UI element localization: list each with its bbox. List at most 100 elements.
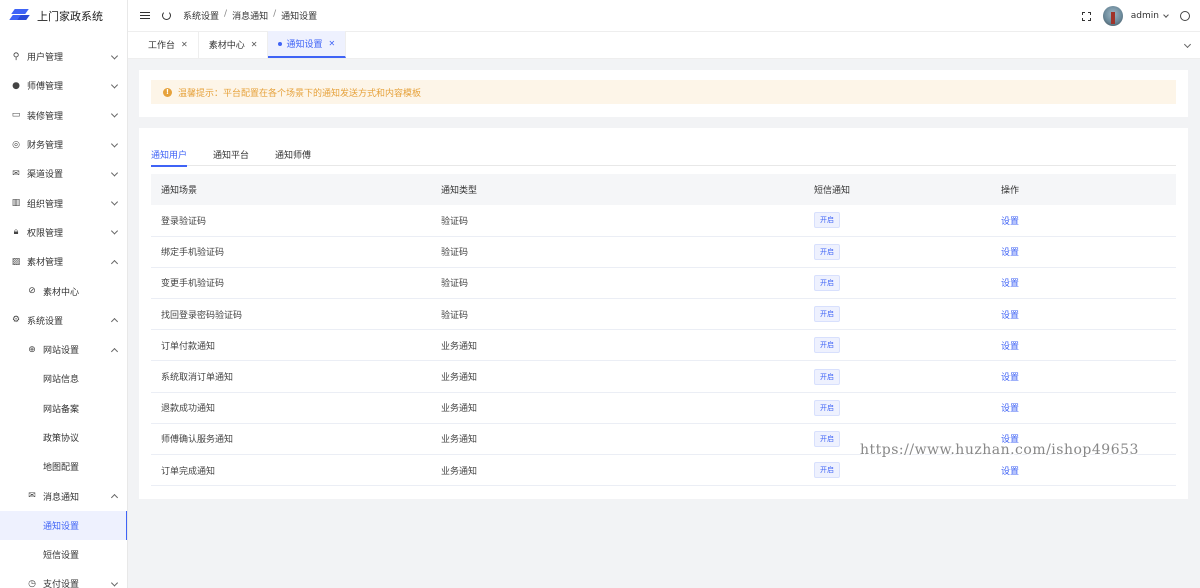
tab-notify-user[interactable]: 通知用户 bbox=[151, 146, 188, 167]
sidebar-item-site-settings[interactable]: ⊕ 网站设置 bbox=[0, 335, 127, 364]
status-badge: 开启 bbox=[814, 337, 840, 354]
scene-cell: 找回登录密码验证码 bbox=[161, 310, 243, 321]
breadcrumb-item[interactable]: 消息通知 bbox=[232, 9, 268, 22]
sidebar-item-map-config[interactable]: 地图配置 bbox=[0, 452, 127, 481]
sidebar-item-system-settings[interactable]: ⚙ 系统设置 bbox=[0, 306, 127, 335]
sidebar-item-label: 短信设置 bbox=[43, 551, 80, 562]
sidebar-item-users[interactable]: ⚲ 用户管理 bbox=[0, 42, 127, 71]
status-badge: 开启 bbox=[814, 274, 840, 291]
fullscreen-icon[interactable] bbox=[1081, 11, 1091, 21]
table-row: 找回登录密码验证码 验证码 开启 设置 bbox=[151, 299, 1176, 330]
sms-cell: 开启 bbox=[804, 205, 991, 236]
close-icon[interactable]: ✕ bbox=[251, 40, 258, 49]
close-icon[interactable]: ✕ bbox=[328, 39, 335, 48]
sidebar-menu: ⌂·· ··· ⚲ 用户管理 ● 师傅管理 ▭ 装修管理 ◎ 财务管理 ✉ 渠道设置 ▥ 组… bbox=[0, 28, 127, 588]
table-row: 订单完成通知 业务通知 开启 设置 bbox=[151, 455, 1176, 486]
chevron-down-icon[interactable] bbox=[1163, 12, 1169, 18]
scene-cell: 绑定手机验证码 bbox=[161, 248, 225, 259]
sidebar: 上门家政系统 ⌂·· ··· ⚲ 用户管理 ● 师傅管理 ▭ 装修管理 ◎ 财务管理 ✉… bbox=[0, 0, 128, 588]
warning-icon: ! bbox=[163, 87, 172, 97]
action-cell: 设置 bbox=[991, 236, 1176, 267]
tab-workbench[interactable]: 工作台 ✕ bbox=[128, 31, 199, 58]
sidebar-item-channel[interactable]: ✉ 渠道设置 bbox=[0, 159, 127, 188]
settings-link[interactable]: 设置 bbox=[1001, 248, 1019, 258]
tab-label: 通知设置 bbox=[286, 40, 323, 50]
sidebar-item-permissions[interactable]: 🔒︎ 权限管理 bbox=[0, 218, 127, 247]
chevron-down-icon[interactable] bbox=[1183, 40, 1192, 49]
scene-cell: 退款成功通知 bbox=[161, 404, 216, 415]
username[interactable]: admin bbox=[1131, 11, 1159, 21]
sidebar-item-messages[interactable]: ✉ 消息通知 bbox=[0, 481, 127, 510]
action-cell: 设置 bbox=[991, 205, 1176, 236]
sidebar-item-label: 系统设置 bbox=[27, 316, 64, 327]
settings-link[interactable]: 设置 bbox=[1001, 311, 1019, 321]
scene-cell: 师傅确认服务通知 bbox=[161, 435, 234, 446]
sidebar-item-organization[interactable]: ▥ 组织管理 bbox=[0, 188, 127, 217]
sms-cell: 开启 bbox=[804, 236, 991, 267]
decoration-icon: ▭ bbox=[11, 110, 21, 121]
settings-link[interactable]: 设置 bbox=[1001, 342, 1019, 352]
sidebar-item-policy[interactable]: 政策协议 bbox=[0, 423, 127, 452]
finance-icon: ◎ bbox=[12, 139, 20, 150]
top-header: 系统设置 / 消息通知 / 通知设置 admin bbox=[128, 0, 1200, 32]
avatar[interactable] bbox=[1102, 6, 1123, 26]
chevron-down-icon bbox=[110, 52, 119, 60]
chevron-down-icon bbox=[110, 579, 119, 587]
sidebar-item-sms-settings[interactable]: 短信设置 bbox=[0, 540, 127, 569]
sidebar-item-decoration[interactable]: ▭ 装修管理 bbox=[0, 101, 127, 130]
notice-text: 温馨提示：平台配置在各个场景下的通知发送方式和内容模板 bbox=[178, 88, 422, 99]
sidebar-item-site-filing[interactable]: 网站备案 bbox=[0, 394, 127, 423]
action-cell: 设置 bbox=[991, 361, 1176, 392]
sidebar-item-label: 权限管理 bbox=[27, 228, 64, 239]
table-header-row: 通知场景 通知类型 短信通知 操作 bbox=[151, 174, 1176, 205]
settings-link[interactable]: 设置 bbox=[1001, 217, 1019, 227]
sms-cell: 开启 bbox=[804, 330, 991, 361]
column-header: 操作 bbox=[1001, 186, 1020, 196]
menu-toggle-icon[interactable] bbox=[140, 10, 150, 21]
chevron-up-icon bbox=[110, 347, 119, 355]
sidebar-item-materials[interactable]: ▨ 素材管理 bbox=[0, 247, 127, 276]
sms-cell: 开启 bbox=[804, 455, 991, 486]
chevron-down-icon bbox=[110, 110, 119, 118]
chevron-down-icon bbox=[110, 227, 119, 235]
tab-label: 工作台 bbox=[148, 41, 176, 51]
sidebar-item-label: 消息通知 bbox=[43, 492, 80, 503]
sidebar-item-site-info[interactable]: 网站信息 bbox=[0, 364, 127, 393]
settings-link[interactable]: 设置 bbox=[1001, 467, 1019, 477]
user-icon: ⚲ bbox=[12, 51, 20, 62]
close-icon[interactable]: ✕ bbox=[181, 40, 188, 49]
sidebar-item-notification-settings[interactable]: 通知设置 bbox=[0, 510, 127, 541]
sms-cell: 开启 bbox=[804, 299, 991, 330]
action-cell: 设置 bbox=[991, 392, 1176, 423]
table-row: 订单付款通知 业务通知 开启 设置 bbox=[151, 330, 1176, 361]
breadcrumb-item[interactable]: 系统设置 bbox=[183, 9, 219, 22]
sms-cell: 开启 bbox=[804, 267, 991, 298]
tab-material-center[interactable]: 素材中心 ✕ bbox=[199, 31, 269, 58]
logo-icon bbox=[8, 7, 30, 25]
type-cell: 业务通知 bbox=[441, 373, 478, 384]
tab-notify-worker[interactable]: 通知师傅 bbox=[275, 146, 311, 166]
settings-link[interactable]: 设置 bbox=[1001, 373, 1019, 383]
refresh-icon[interactable] bbox=[162, 11, 171, 20]
sidebar-item-label: 渠道设置 bbox=[27, 170, 64, 181]
table-row: 退款成功通知 业务通知 开启 设置 bbox=[151, 392, 1176, 424]
sidebar-item-label: 网站备案 bbox=[43, 404, 80, 415]
channel-icon: ✉ bbox=[12, 168, 20, 179]
sidebar-item-finance[interactable]: ◎ 财务管理 bbox=[0, 130, 127, 159]
sidebar-item-label: 素材中心 bbox=[43, 287, 80, 298]
tab-notification-settings[interactable]: 通知设置 ✕ bbox=[268, 31, 347, 58]
sidebar-item-material-center[interactable]: ⊘ 素材中心 bbox=[0, 276, 127, 305]
type-cell: 验证码 bbox=[441, 279, 469, 290]
settings-link[interactable]: 设置 bbox=[1001, 279, 1019, 289]
sidebar-item-payment-settings[interactable]: ◷ 支付设置 bbox=[0, 569, 127, 588]
circle-check-icon: ⊘ bbox=[28, 286, 36, 297]
gear-icon[interactable] bbox=[1180, 11, 1190, 21]
sidebar-item-workers[interactable]: ● 师傅管理 bbox=[0, 71, 127, 100]
status-badge: 开启 bbox=[814, 368, 840, 385]
sidebar-clipped-item: ⌂·· ··· bbox=[0, 28, 127, 42]
settings-link[interactable]: 设置 bbox=[1001, 404, 1019, 414]
notice-alert: ! 温馨提示：平台配置在各个场景下的通知发送方式和内容模板 bbox=[151, 80, 1176, 104]
tab-notify-platform[interactable]: 通知平台 bbox=[213, 146, 249, 166]
organization-icon: ▥ bbox=[11, 198, 21, 209]
sidebar-item-label: 支付设置 bbox=[43, 580, 80, 588]
